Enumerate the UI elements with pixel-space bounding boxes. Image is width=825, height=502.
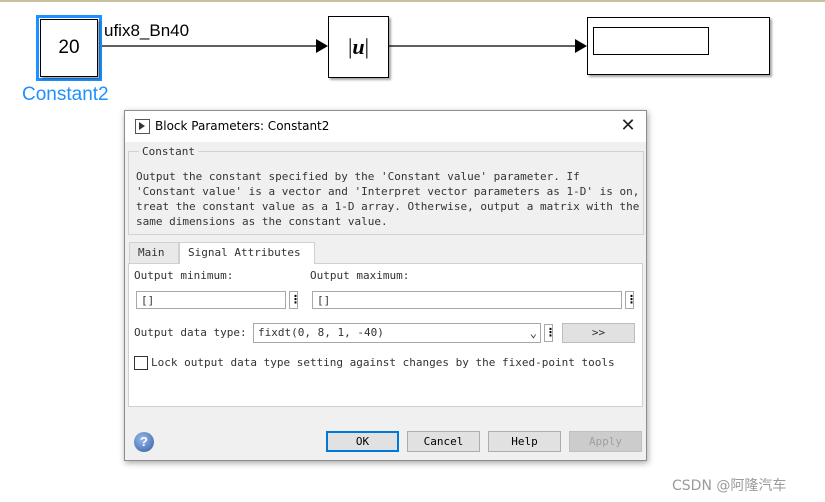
output-data-type-options-button[interactable]: ⋮ — [544, 324, 556, 342]
output-data-type-label: Output data type: — [134, 326, 247, 339]
help-button[interactable]: Help — [488, 431, 561, 452]
signal-data-type-label[interactable]: ufix8_Bn40 — [104, 21, 189, 41]
arrow-head-display — [575, 39, 587, 53]
signal-attributes-panel: Output minimum: Output maximum: [] ⋮ [] … — [128, 263, 643, 407]
output-data-type-value: fixdt(0, 8, 1, -40) — [258, 326, 384, 339]
data-type-assistant-button[interactable]: >> — [562, 323, 635, 343]
watermark: CSDN @阿隆汽车 — [672, 478, 787, 494]
simulink-block-icon — [135, 119, 150, 134]
dialog-titlebar[interactable]: Block Parameters: Constant2 ✕ — [125, 111, 646, 142]
cancel-button[interactable]: Cancel — [407, 431, 480, 452]
abs-block-icon: |u| — [347, 34, 370, 59]
close-icon[interactable]: ✕ — [618, 116, 638, 136]
constant-block[interactable]: 20 — [36, 15, 102, 81]
output-maximum-input[interactable]: [] — [312, 291, 622, 309]
display-block[interactable] — [587, 17, 770, 75]
apply-button[interactable]: Apply — [569, 431, 642, 452]
lock-data-type-label: Lock output data type setting against ch… — [151, 356, 615, 369]
constant-block-value: 20 — [58, 37, 80, 58]
ok-button[interactable]: OK — [326, 431, 399, 452]
arrow-head-abs — [316, 39, 328, 53]
output-minimum-label: Output minimum: — [134, 269, 234, 282]
abs-block[interactable]: |u| — [328, 16, 389, 78]
output-maximum-label: Output maximum: — [310, 269, 410, 282]
display-value-field — [593, 27, 709, 55]
output-data-type-select[interactable]: fixdt(0, 8, 1, -40) ⌄ — [253, 323, 541, 343]
tab-main[interactable]: Main — [129, 242, 179, 263]
description-group-label: Constant — [139, 145, 198, 158]
chevron-down-icon: ⌄ — [529, 326, 537, 340]
block-parameters-dialog: Block Parameters: Constant2 ✕ Constant O… — [124, 110, 647, 461]
constant-block-name[interactable]: Constant2 — [22, 84, 109, 106]
dialog-title: Block Parameters: Constant2 — [155, 119, 330, 133]
output-minimum-input[interactable]: [] — [136, 291, 286, 309]
output-maximum-options-button[interactable]: ⋮ — [625, 291, 637, 309]
description-text: Output the constant specified by the 'Co… — [136, 170, 640, 228]
tab-signal-attributes[interactable]: Signal Attributes — [179, 242, 315, 264]
lock-data-type-checkbox[interactable] — [134, 356, 148, 370]
description-group: Constant Output the constant specified b… — [128, 145, 644, 235]
help-icon[interactable]: ? — [134, 432, 154, 452]
output-minimum-options-button[interactable]: ⋮ — [289, 291, 301, 309]
